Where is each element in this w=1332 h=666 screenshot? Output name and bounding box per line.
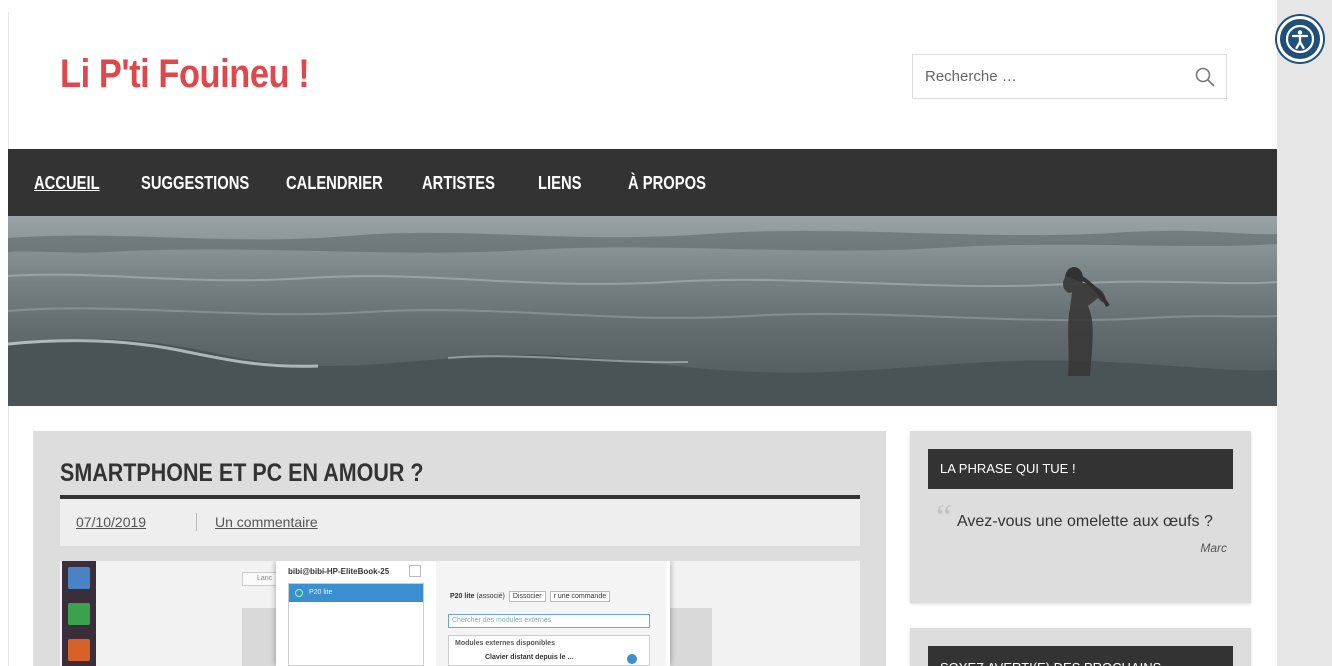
nav-item-accueil[interactable]: Accueil: [34, 173, 100, 194]
main-navigation: Accueil Suggestions Calendrier Artistes …: [8, 149, 1277, 216]
device-list: P20 lite: [288, 583, 424, 666]
search-form: [912, 54, 1227, 99]
page-gutter: [1277, 0, 1332, 666]
plugin-search-field: Chercher des modules externes: [448, 614, 650, 628]
quote-icon: “: [936, 497, 952, 537]
post-featured-image[interactable]: Lanc bibi@bibi-HP-EliteBook-25 P20 lite …: [60, 561, 860, 666]
store-icon: [68, 639, 90, 661]
command-button: r une commande: [549, 591, 611, 602]
subscribe-widget: Soyez averti(e) des prochains: [910, 628, 1251, 666]
nav-item-suggestions[interactable]: Suggestions: [141, 173, 249, 194]
header-banner-image: [8, 216, 1277, 406]
nav-item-artistes[interactable]: Artistes: [422, 173, 495, 194]
post-meta: 07/10/2019 Un commentaire: [60, 499, 860, 546]
writer-icon: [68, 567, 90, 589]
device-name: P20 lite: [309, 589, 333, 596]
device-list-item: P20 lite: [289, 584, 423, 602]
search-button[interactable]: [1194, 66, 1216, 88]
dissociate-button: Dissocier: [508, 591, 546, 602]
quote-widget-heading: La phrase qui tue !: [928, 449, 1233, 489]
quote-author: Marc: [1200, 541, 1227, 555]
device-status-icon: [295, 589, 303, 597]
subscribe-widget-heading: Soyez averti(e) des prochains: [928, 646, 1233, 666]
plugin-list: Modules externes disponibles Clavier dis…: [448, 635, 650, 666]
nav-item-liens[interactable]: Liens: [538, 173, 581, 194]
nav-item-calendrier[interactable]: Calendrier: [286, 173, 383, 194]
window-control: [409, 565, 421, 577]
plugin-info-icon: [627, 654, 637, 664]
device-status-name: P20 lite: [450, 593, 475, 600]
accessibility-button[interactable]: [1277, 16, 1323, 62]
kdeconnect-window: bibi@bibi-HP-EliteBook-25 P20 lite P20 l…: [276, 561, 670, 666]
quote-widget: La phrase qui tue ! “ Avez-vous une omel…: [910, 431, 1251, 603]
site-title[interactable]: Li P'ti Fouineu !: [60, 52, 310, 97]
post-comments-link[interactable]: Un commentaire: [215, 514, 318, 530]
post-title[interactable]: Smartphone et PC en amour ?: [60, 459, 424, 488]
calc-icon: [68, 603, 90, 625]
device-status-line: P20 lite (associé) Dissocier r une comma…: [450, 591, 611, 602]
search-icon: [1195, 67, 1215, 87]
launcher-dock: [62, 561, 96, 666]
plugin-list-heading: Modules externes disponibles: [455, 640, 555, 647]
quote-text: Avez-vous une omelette aux œufs ?: [957, 513, 1213, 530]
accessibility-icon: [1285, 24, 1315, 54]
nav-item-a-propos[interactable]: À propos: [628, 173, 706, 194]
device-status: (associé): [476, 593, 505, 600]
device-panel: P20 lite (associé) Dissocier r une comma…: [436, 561, 666, 666]
post-date-link[interactable]: 07/10/2019: [76, 514, 146, 530]
post-card: Smartphone et PC en amour ? 07/10/2019 U…: [33, 431, 886, 666]
search-input[interactable]: [913, 55, 1183, 98]
meta-separator: [196, 513, 197, 531]
window-title: bibi@bibi-HP-EliteBook-25: [288, 567, 390, 576]
plugin-list-item: Clavier distant depuis le ...: [485, 654, 574, 661]
